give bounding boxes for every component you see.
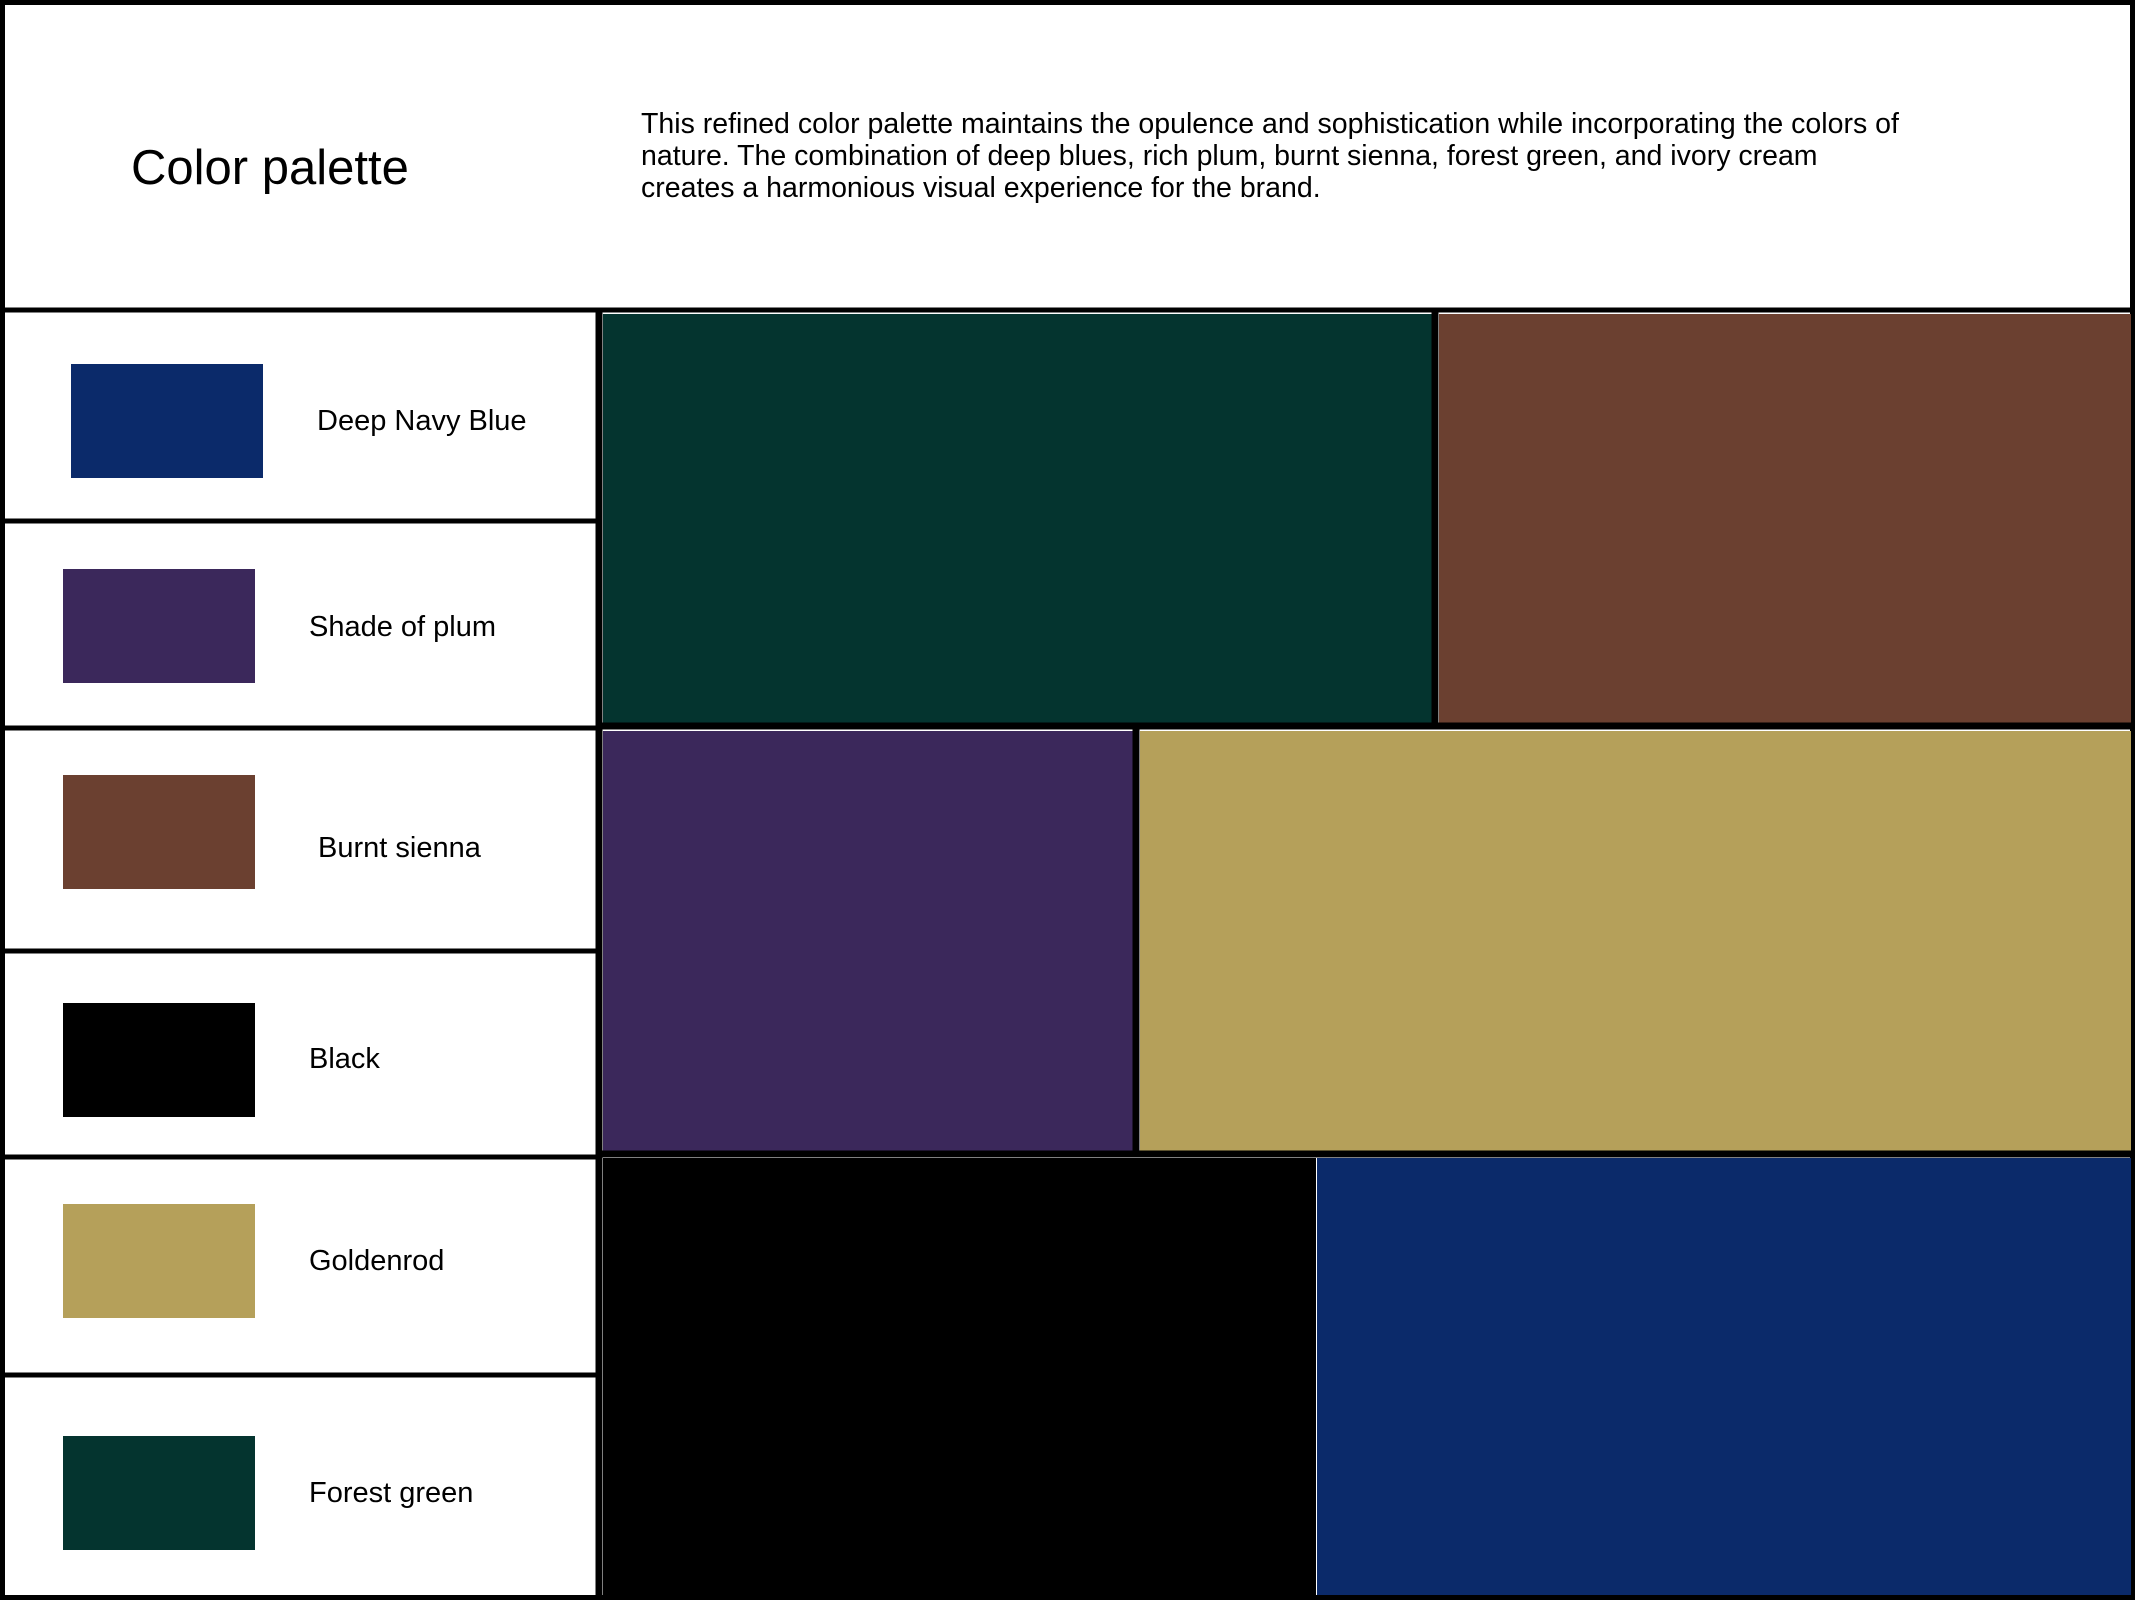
mosaic-block-goldenrod [1140, 731, 2131, 1151]
swatch-label-goldenrod: Goldenrod [309, 1245, 445, 1277]
palette-graphics [0, 0, 2135, 1600]
mosaic-block-black [603, 1158, 1316, 1595]
mosaic-block-forest-green [603, 314, 1432, 723]
mosaic-block-burnt-sienna [1439, 314, 2131, 723]
swatch-label-forest-green: Forest green [309, 1477, 474, 1509]
mosaic-block-shade-of-plum [603, 731, 1133, 1151]
swatch-chip-burnt-sienna [63, 775, 255, 889]
palette-board: Color palette This refined color palette… [0, 0, 2135, 1600]
page-title: Color palette [131, 141, 409, 195]
swatch-chip-deep-navy-blue [71, 364, 263, 478]
swatch-label-shade-of-plum: Shade of plum [309, 611, 497, 643]
palette-description: This refined color palette maintains the… [641, 108, 1899, 204]
swatch-chip-shade-of-plum [63, 569, 255, 683]
swatch-chip-goldenrod [63, 1204, 255, 1318]
mosaic-block-deep-navy-blue [1317, 1158, 2131, 1595]
swatch-label-black: Black [309, 1043, 380, 1075]
swatch-label-deep-navy-blue: Deep Navy Blue [317, 405, 527, 437]
swatch-chip-forest-green [63, 1436, 255, 1550]
swatch-label-burnt-sienna: Burnt sienna [318, 832, 481, 864]
swatch-chip-black [63, 1003, 255, 1117]
